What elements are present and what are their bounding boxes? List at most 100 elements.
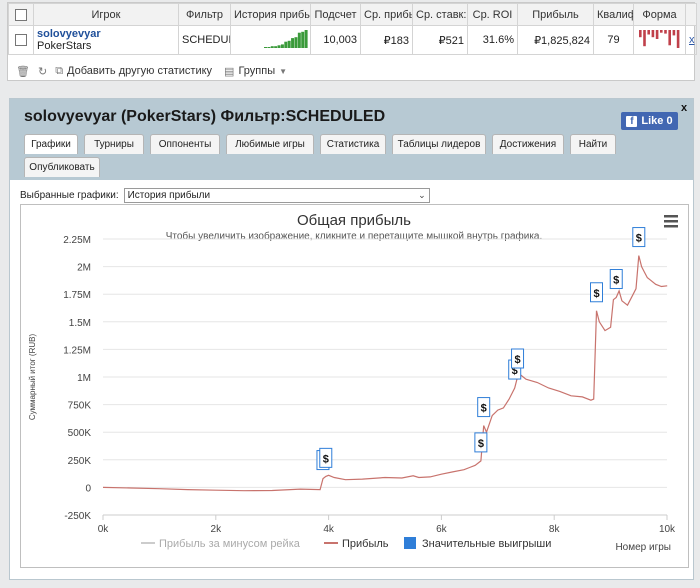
y-axis-label: Суммарный итог (RUB)	[28, 334, 37, 421]
header-history[interactable]: История прибы	[230, 3, 311, 26]
x-tick-label: 10k	[659, 524, 676, 535]
big-win-marker[interactable]: $	[319, 447, 333, 468]
svg-text:$: $	[593, 288, 599, 300]
sparkline-bar	[297, 32, 301, 48]
avg-profit-cell: ₽183	[360, 25, 413, 55]
header-filter[interactable]: Фильтр	[178, 3, 231, 26]
form-bar	[676, 29, 680, 48]
ability-cell: 79	[593, 25, 634, 55]
stats-table-box: Игрок Фильтр История прибы Подсчет Ср. п…	[7, 2, 697, 81]
profit-sparkline	[264, 29, 308, 48]
form-bar	[647, 29, 650, 34]
table-row: solovyevyar PokerStars SCHEDUL 10,003 ₽1…	[8, 25, 697, 55]
sparkline-bar	[270, 45, 274, 48]
player-name-link[interactable]: solovyevyar	[37, 28, 175, 40]
form-bar	[660, 29, 663, 33]
big-win-marker[interactable]: $	[474, 432, 488, 453]
legend-item[interactable]: Значительные выигрыши	[404, 537, 551, 550]
tab-search[interactable]: Найти	[570, 134, 616, 154]
tab-statistics[interactable]: Статистика	[320, 134, 386, 154]
header-count[interactable]: Подсчет	[310, 3, 361, 26]
row-checkbox[interactable]	[15, 34, 27, 47]
chevron-down-icon[interactable]: ▼	[279, 67, 287, 76]
player-panel: solovyevyar (PokerStars) Фильтр:SCHEDULE…	[9, 98, 694, 580]
x-axis-label: Номер игры	[615, 542, 671, 553]
trash-icon[interactable]: 🗑	[16, 65, 30, 78]
sparkline-bar	[287, 40, 291, 48]
legend-item[interactable]: Прибыль	[324, 538, 389, 550]
big-win-marker[interactable]: $	[590, 282, 603, 303]
groups-button[interactable]: Группы	[238, 65, 275, 77]
tab-favorite-games[interactable]: Любимые игры	[226, 134, 314, 154]
x-tick-label: 6k	[436, 524, 448, 535]
like-label: Like 0	[641, 115, 673, 127]
profit-cell: ₽1,825,824	[517, 25, 594, 55]
form-bar	[672, 29, 676, 35]
y-tick-label: 1M	[77, 373, 91, 384]
panel-title: solovyevyar (PokerStars) Фильтр:SCHEDULE…	[24, 108, 386, 125]
avg-stake-cell: ₽521	[412, 25, 468, 55]
header-profit[interactable]: Прибыль	[517, 3, 594, 26]
header-ability[interactable]: Квалиф	[593, 3, 634, 26]
svg-text:$: $	[323, 453, 329, 465]
select-all-header[interactable]	[8, 3, 34, 26]
table-header-row: Игрок Фильтр История прибы Подсчет Ср. п…	[8, 3, 697, 26]
y-tick-label: 250K	[68, 456, 92, 467]
svg-text:$: $	[478, 438, 484, 450]
form-bar	[655, 29, 659, 39]
header-player[interactable]: Игрок	[33, 3, 179, 26]
remove-row-button[interactable]: x	[685, 25, 697, 55]
sparkline-bar	[304, 29, 308, 48]
row-select-cell[interactable]	[8, 25, 34, 55]
chart-title: Общая прибыль	[297, 212, 411, 229]
sparkline-bar	[264, 46, 267, 48]
select-all-checkbox[interactable]	[15, 8, 27, 21]
header-form[interactable]: Форма	[633, 3, 686, 26]
big-win-marker[interactable]: $	[632, 227, 646, 248]
filter-cell: SCHEDUL	[178, 25, 231, 55]
svg-text:Значительные выигрыши: Значительные выигрыши	[422, 538, 551, 550]
svg-text:$: $	[481, 403, 487, 415]
x-tick-label: 8k	[549, 524, 561, 535]
tab-opponents[interactable]: Оппоненты	[150, 134, 220, 154]
form-bar	[664, 29, 667, 34]
profit-chart[interactable]: Общая прибыльЧтобы увеличить изображение…	[21, 205, 688, 567]
chart-select-row: Выбранные графики: История прибыли ⌄	[20, 187, 430, 203]
menu-icon[interactable]	[664, 215, 678, 228]
chart-container[interactable]: Общая прибыль Чтобы увеличить изображение…	[20, 204, 689, 568]
tab-charts[interactable]: Графики	[24, 134, 78, 154]
legend-item[interactable]: Прибыль за минусом рейка	[141, 538, 301, 550]
chart-select-label: Выбранные графики:	[20, 189, 119, 201]
header-avg-roi[interactable]: Ср. ROI	[467, 3, 518, 26]
form-bar	[668, 29, 671, 45]
chart-select[interactable]: История прибыли ⌄	[123, 187, 430, 203]
svg-text:Прибыль за минусом рейка: Прибыль за минусом рейка	[159, 538, 301, 550]
panel-header: solovyevyar (PokerStars) Фильтр:SCHEDULE…	[10, 99, 693, 180]
sparkline-bar	[284, 41, 288, 48]
add-stats-button[interactable]: Добавить другую статистику	[67, 65, 212, 77]
y-tick-label: 1.5M	[69, 318, 91, 329]
facebook-icon: f	[626, 115, 638, 127]
chart-select-value: История прибыли	[127, 189, 211, 201]
tab-tournaments[interactable]: Турниры	[84, 134, 144, 154]
header-spacer	[685, 3, 697, 26]
header-avg-profit[interactable]: Ср. прибы	[360, 3, 413, 26]
big-win-marker[interactable]: $	[511, 348, 525, 369]
form-bar	[639, 29, 642, 37]
tab-leaderboards[interactable]: Таблицы лидеров	[392, 134, 486, 154]
refresh-icon[interactable]: ↻	[38, 65, 47, 78]
tab-achievements[interactable]: Достижения	[492, 134, 564, 154]
tab-publish[interactable]: Опубликовать	[24, 157, 100, 177]
count-cell: 10,003	[310, 25, 361, 55]
close-panel-button[interactable]: x	[681, 102, 687, 114]
big-win-marker[interactable]: $	[477, 397, 491, 418]
player-cell: solovyevyar PokerStars	[33, 25, 179, 55]
facebook-like-button[interactable]: f Like 0	[621, 112, 678, 130]
big-win-marker[interactable]: $	[609, 269, 623, 290]
history-sparkline-cell	[230, 25, 311, 55]
x-tick-label: 2k	[211, 524, 223, 535]
add-stats-icon: ⧉	[55, 64, 64, 77]
svg-text:$: $	[613, 275, 619, 287]
y-tick-label: 2M	[77, 263, 91, 274]
header-avg-stake[interactable]: Ср. ставк:	[412, 3, 468, 26]
